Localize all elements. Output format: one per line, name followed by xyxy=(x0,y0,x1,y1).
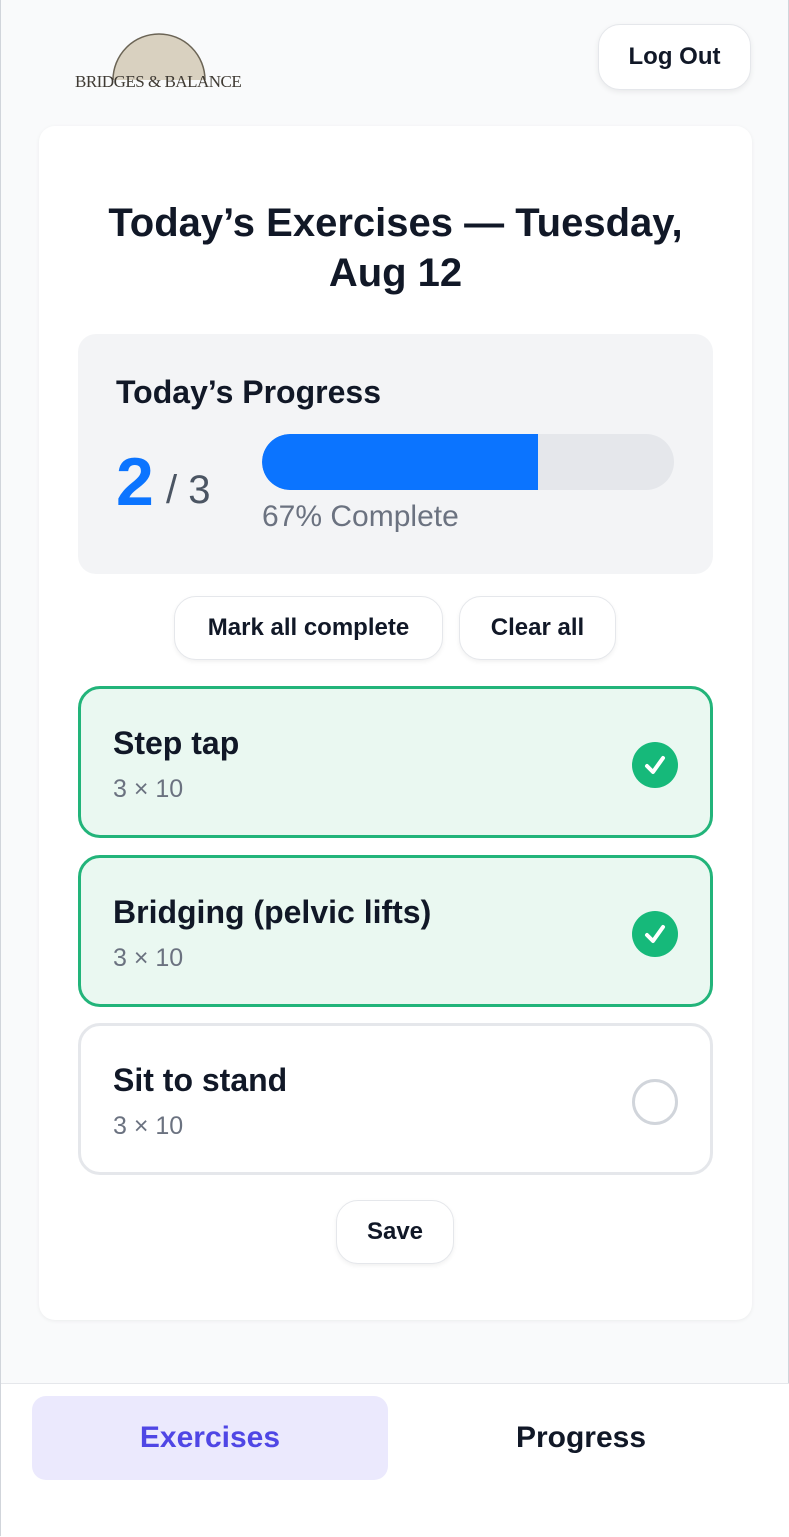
checkmark-icon[interactable] xyxy=(632,911,678,957)
progress-bar-fill xyxy=(262,434,539,490)
completed-count: 2 xyxy=(116,444,154,520)
checkmark-icon[interactable] xyxy=(632,742,678,788)
progress-percent: 67% Complete xyxy=(262,500,459,533)
exercise-item-step-tap[interactable]: Step tap 3 × 10 xyxy=(78,686,713,838)
save-button[interactable]: Save xyxy=(336,1200,454,1264)
clear-all-button[interactable]: Clear all xyxy=(459,596,616,660)
exercise-item-sit-to-stand[interactable]: Sit to stand 3 × 10 xyxy=(78,1023,713,1175)
exercises-card: Today’s Exercises — Tuesday, Aug 12 Toda… xyxy=(39,126,752,1320)
exercise-name: Bridging (pelvic lifts) xyxy=(113,894,432,930)
tab-progress[interactable]: Progress xyxy=(403,1396,759,1480)
total-count: / 3 xyxy=(166,468,211,512)
logout-button[interactable]: Log Out xyxy=(598,24,751,90)
exercise-name: Sit to stand xyxy=(113,1062,288,1098)
app-header: BRIDGES & BALANCE Log Out xyxy=(1,0,789,120)
empty-circle-icon[interactable] xyxy=(632,1079,678,1125)
page-title: Today’s Exercises — Tuesday, Aug 12 xyxy=(108,201,683,295)
exercise-reps: 3 × 10 xyxy=(113,775,184,803)
exercise-name: Step tap xyxy=(113,725,240,761)
progress-panel: Today’s Progress 2 / 3 67% Complete xyxy=(78,334,713,574)
exercise-reps: 3 × 10 xyxy=(113,1112,184,1140)
progress-bar xyxy=(262,434,674,490)
exercise-reps: 3 × 10 xyxy=(113,944,184,972)
brand-logo[interactable]: BRIDGES & BALANCE xyxy=(75,22,245,94)
bottom-nav: Exercises Progress xyxy=(1,1383,789,1537)
progress-label: Today’s Progress xyxy=(116,374,381,410)
mark-all-complete-button[interactable]: Mark all complete xyxy=(174,596,443,660)
exercise-item-bridging[interactable]: Bridging (pelvic lifts) 3 × 10 xyxy=(78,855,713,1007)
tab-exercises[interactable]: Exercises xyxy=(32,1396,388,1480)
brand-name: BRIDGES & BALANCE xyxy=(75,72,242,91)
